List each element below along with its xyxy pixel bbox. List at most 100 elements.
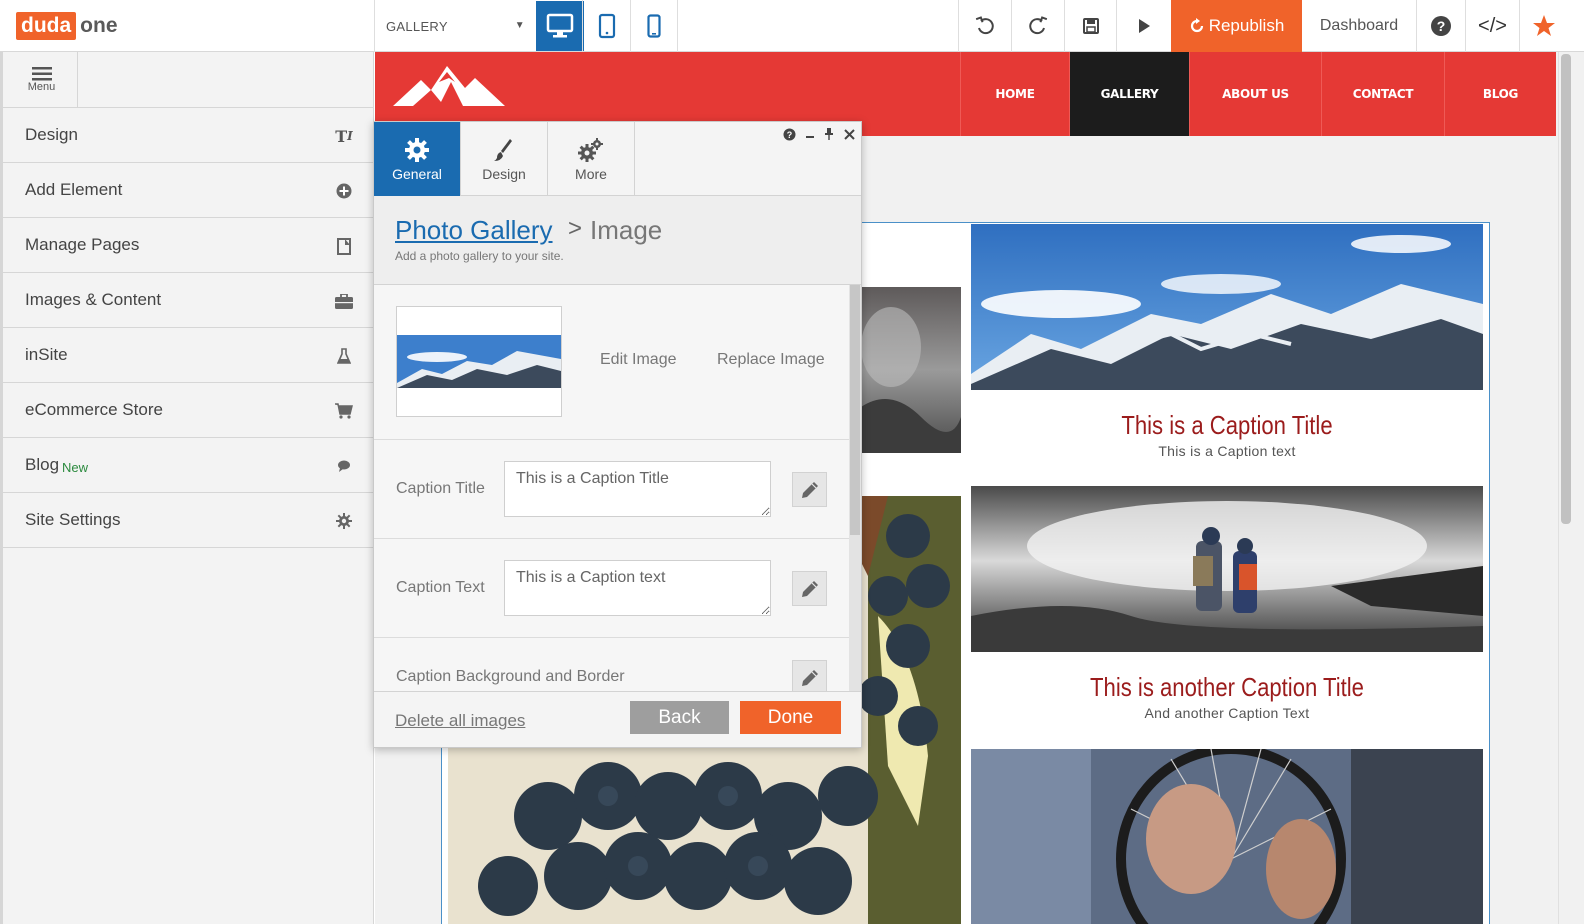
panel-scrollbar-thumb[interactable] bbox=[850, 285, 860, 535]
menu-button[interactable]: Menu bbox=[6, 52, 78, 108]
pencil-icon bbox=[801, 669, 818, 686]
gallery-card-3[interactable] bbox=[971, 744, 1483, 924]
close-icon[interactable] bbox=[841, 126, 857, 142]
dashboard-button[interactable]: Dashboard bbox=[1302, 0, 1416, 52]
logo-brand: duda bbox=[16, 12, 77, 40]
sidebar-item-label: Blog bbox=[25, 455, 60, 474]
caption-text-edit-button[interactable] bbox=[792, 571, 827, 606]
scrollbar-thumb[interactable] bbox=[1561, 54, 1571, 524]
undo-button[interactable] bbox=[959, 0, 1011, 52]
nav-label: CONTACT bbox=[1352, 87, 1414, 101]
mobile-view-button[interactable] bbox=[630, 1, 678, 51]
sidebar-item-add-element[interactable]: Add Element bbox=[3, 163, 374, 218]
tablet-view-button[interactable] bbox=[583, 1, 631, 51]
republish-button[interactable]: Republish bbox=[1171, 0, 1302, 52]
mountain-thumbnail bbox=[397, 307, 561, 416]
duda-one-logo[interactable]: duda one bbox=[16, 12, 118, 40]
sidebar-item-insite[interactable]: inSite bbox=[3, 328, 374, 383]
nav-item-contact[interactable]: CONTACT bbox=[1321, 52, 1444, 136]
sidebar-item-label: eCommerce Store bbox=[25, 400, 163, 419]
new-badge: New bbox=[62, 459, 89, 475]
svg-text:?: ? bbox=[1437, 18, 1446, 34]
caption-title: This is another Caption Title bbox=[1090, 672, 1364, 702]
redo-button[interactable] bbox=[1012, 0, 1064, 52]
caption-text: And another Caption Text bbox=[1144, 705, 1310, 721]
replace-image-link[interactable]: Replace Image bbox=[717, 351, 825, 369]
sidebar-item-images-content[interactable]: Images & Content bbox=[3, 273, 374, 328]
tab-more[interactable]: More bbox=[548, 122, 635, 196]
nav-item-about-us[interactable]: ABOUT US bbox=[1189, 52, 1321, 136]
republish-label: Republish bbox=[1208, 16, 1285, 35]
tab-design[interactable]: Design bbox=[461, 122, 548, 196]
sidebar-item-ecommerce-store[interactable]: eCommerce Store bbox=[3, 383, 374, 438]
caption-text-input[interactable]: This is a Caption text bbox=[504, 560, 771, 616]
cart-icon bbox=[334, 401, 354, 421]
chat-bubble-icon bbox=[334, 456, 354, 476]
back-button[interactable]: Back bbox=[630, 701, 729, 734]
gallery-image-waterfall-left[interactable] bbox=[861, 287, 961, 453]
chevron-down-icon: ▼ bbox=[514, 20, 525, 31]
play-icon bbox=[1138, 19, 1150, 33]
code-icon: </> bbox=[1478, 14, 1507, 37]
nav-label: GALLERY bbox=[1100, 87, 1159, 101]
breadcrumb: Photo Gallery > Image Add a photo galler… bbox=[374, 196, 861, 285]
caption-text-label: Caption Text bbox=[396, 579, 485, 596]
tablet-icon bbox=[598, 13, 616, 39]
preview-scrollbar[interactable] bbox=[1558, 52, 1572, 924]
delete-all-images-link[interactable]: Delete all images bbox=[395, 711, 525, 731]
done-button[interactable]: Done bbox=[740, 701, 841, 734]
tab-general[interactable]: General bbox=[374, 122, 461, 196]
sidebar-item-label: Add Element bbox=[25, 180, 123, 199]
image-thumbnail[interactable] bbox=[396, 306, 562, 417]
gallery-card-1[interactable]: This is a Caption Title This is a Captio… bbox=[971, 224, 1483, 476]
sidebar-item-blog[interactable]: Blog New bbox=[3, 438, 374, 493]
tab-label: Design bbox=[482, 166, 526, 182]
nav-item-blog[interactable]: BLOG bbox=[1444, 52, 1556, 136]
favorite-button[interactable] bbox=[1520, 0, 1568, 52]
page-icon bbox=[334, 236, 354, 256]
caption-title-input[interactable]: This is a Caption Title bbox=[504, 461, 771, 517]
gallery-card-2[interactable]: This is another Caption Title And anothe… bbox=[971, 486, 1483, 738]
breadcrumb-photo-gallery-link[interactable]: Photo Gallery bbox=[395, 215, 553, 246]
flask-icon bbox=[334, 346, 354, 366]
briefcase-icon bbox=[334, 291, 354, 311]
page-select-dropdown[interactable]: GALLERY ▼ bbox=[375, 0, 535, 52]
done-label: Done bbox=[767, 706, 814, 728]
sidebar-item-label: Site Settings bbox=[25, 510, 121, 529]
tab-label: More bbox=[575, 166, 607, 182]
tab-label: General bbox=[392, 166, 442, 182]
minimize-icon[interactable] bbox=[802, 126, 818, 142]
nav-item-gallery[interactable]: GALLERY bbox=[1069, 52, 1189, 136]
back-label: Back bbox=[658, 706, 701, 728]
caption-title-edit-button[interactable] bbox=[792, 472, 827, 507]
preview-button[interactable] bbox=[1117, 0, 1170, 52]
refresh-icon bbox=[1190, 18, 1203, 33]
nav-item-home[interactable]: HOME bbox=[960, 52, 1069, 136]
sidebar-item-site-settings[interactable]: Site Settings bbox=[3, 493, 374, 548]
gear-icon bbox=[405, 136, 429, 164]
waterfall-hikers-photo bbox=[971, 486, 1483, 652]
panel-scrollbar[interactable] bbox=[849, 285, 861, 691]
sidebar-item-design[interactable]: Design TI bbox=[3, 108, 374, 163]
pin-icon[interactable] bbox=[821, 126, 837, 142]
help-icon[interactable]: ? bbox=[781, 126, 797, 142]
nav-label: HOME bbox=[995, 87, 1035, 101]
dashboard-label: Dashboard bbox=[1319, 17, 1399, 34]
caption-title-row: Caption Title This is a Caption Title bbox=[374, 440, 849, 539]
code-button[interactable]: </> bbox=[1466, 0, 1519, 52]
sidebar-item-manage-pages[interactable]: Manage Pages bbox=[3, 218, 374, 273]
help-button[interactable]: ? bbox=[1417, 0, 1465, 52]
gears-icon bbox=[578, 136, 604, 164]
divider bbox=[677, 0, 678, 52]
caption-background-edit-button[interactable] bbox=[792, 660, 827, 691]
sidebar-item-label: Images & Content bbox=[25, 290, 162, 309]
sidebar-item-label: Manage Pages bbox=[25, 235, 140, 254]
plus-circle-icon bbox=[334, 181, 354, 201]
save-button[interactable] bbox=[1065, 0, 1116, 52]
desktop-icon bbox=[546, 13, 574, 38]
desktop-view-button[interactable] bbox=[536, 1, 584, 51]
edit-image-link[interactable]: Edit Image bbox=[600, 351, 676, 369]
svg-text:?: ? bbox=[786, 130, 792, 140]
help-icon: ? bbox=[1431, 16, 1451, 36]
hamburger-icon bbox=[31, 67, 52, 81]
